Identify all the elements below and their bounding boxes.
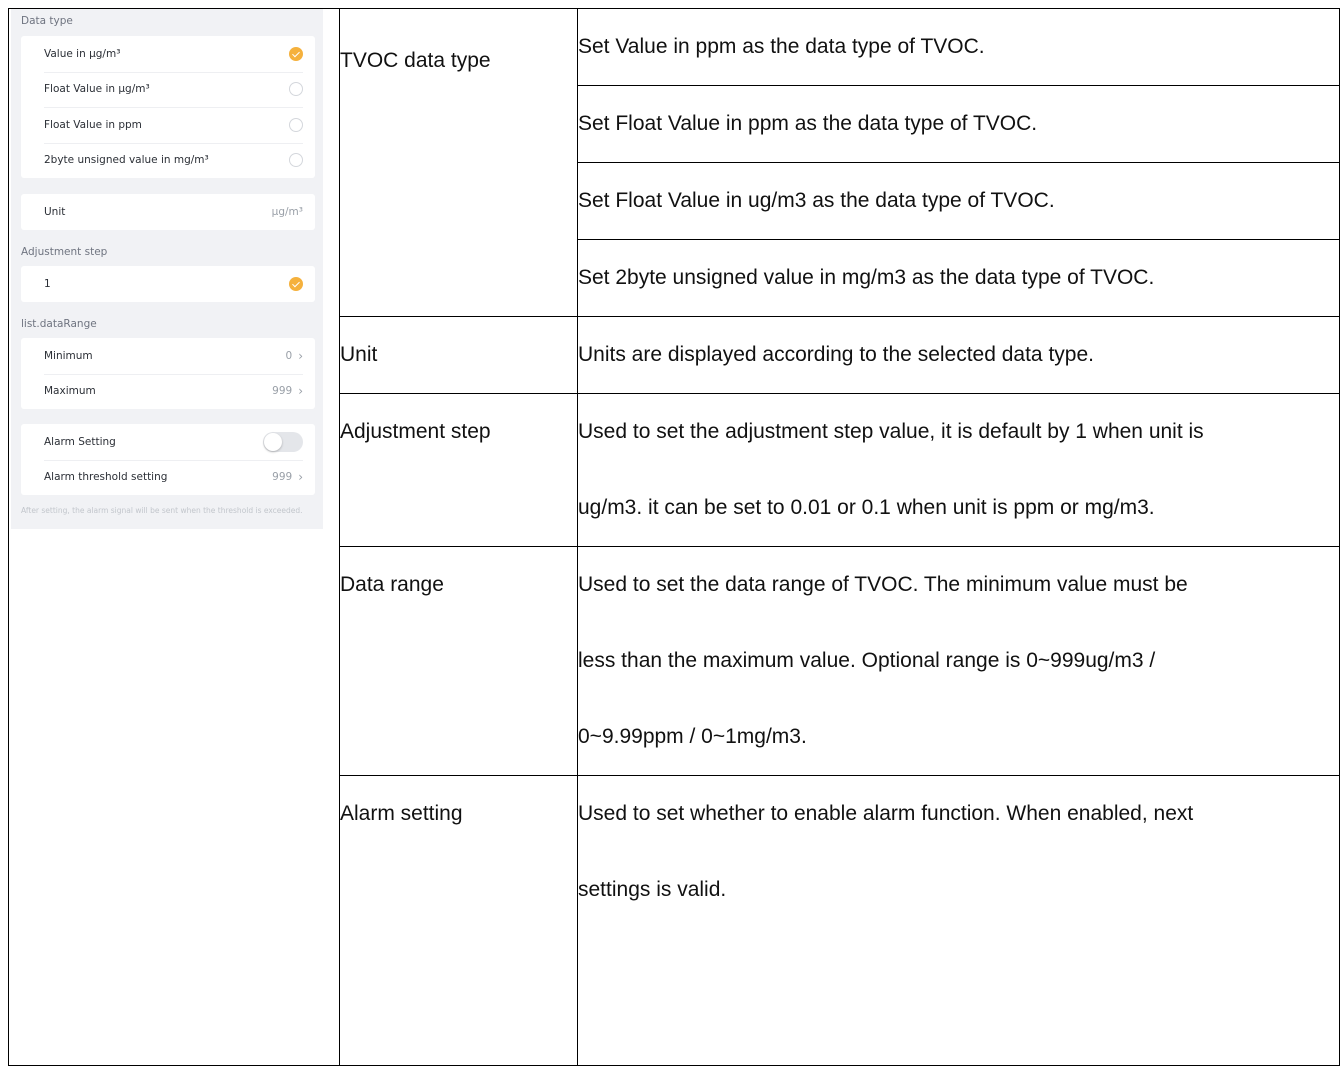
desc-line: Used to set the adjustment step value, i… [578, 420, 1204, 443]
param-alarm-setting: Alarm setting [339, 775, 578, 1066]
unit-row[interactable]: Unit μg/m³ [21, 194, 315, 230]
desc-tvoc-option-2: Set Float Value in ppm as the data type … [577, 85, 1340, 163]
adjustment-card: 1 [21, 266, 315, 302]
param-adjustment-step: Adjustment step [339, 393, 578, 547]
data-type-option[interactable]: Float Value in ppm [21, 107, 315, 143]
chevron-right-icon: › [298, 348, 303, 363]
maximum-label: Maximum [44, 385, 96, 398]
desc-alarm-setting: Used to set whether to enable alarm func… [577, 775, 1340, 1066]
alarm-card: Alarm Setting Alarm threshold setting 99… [21, 424, 315, 495]
adjustment-step-heading: Adjustment step [21, 246, 108, 258]
option-label: Value in μg/m³ [44, 47, 121, 60]
adjustment-value: 1 [44, 277, 51, 290]
threshold-value: 999 [272, 471, 293, 484]
option-label: 2byte unsigned value in mg/m³ [44, 154, 209, 167]
alarm-hint-text: After setting, the alarm signal will be … [21, 506, 303, 515]
data-type-option[interactable]: Float Value in μg/m³ [21, 71, 315, 108]
desc-line: Set Value in ppm as the data type of TVO… [578, 35, 985, 58]
desc-unit: Units are displayed according to the sel… [577, 316, 1340, 394]
desc-line: Units are displayed according to the sel… [578, 343, 1094, 366]
alarm-setting-label: Alarm Setting [44, 435, 116, 448]
desc-data-range: Used to set the data range of TVOC. The … [577, 546, 1340, 776]
desc-tvoc-option-1: Set Value in ppm as the data type of TVO… [577, 8, 1340, 86]
settings-doc-table: Data type Value in μg/m³ Float Value in … [8, 8, 1340, 1066]
param-unit: Unit [339, 316, 578, 394]
radio-unchecked-icon[interactable] [289, 117, 303, 132]
desc-line: Used to set the data range of TVOC. The … [578, 573, 1188, 596]
radio-unchecked-icon[interactable] [289, 82, 303, 97]
option-label: Float Value in ppm [44, 118, 142, 131]
data-type-card: Value in μg/m³ Float Value in μg/m³ Floa… [21, 36, 315, 178]
unit-card: Unit μg/m³ [21, 194, 315, 230]
minimum-label: Minimum [44, 349, 93, 362]
radio-checked-icon[interactable] [289, 46, 303, 61]
desc-line: 0~9.99ppm / 0~1mg/m3. [578, 725, 807, 748]
chevron-right-icon: › [298, 384, 303, 399]
param-data-range: Data range [339, 546, 578, 776]
desc-tvoc-option-4: Set 2byte unsigned value in mg/m3 as the… [577, 239, 1340, 317]
alarm-toggle[interactable] [263, 431, 303, 452]
radio-unchecked-icon[interactable] [289, 153, 303, 168]
unit-label: Unit [44, 205, 66, 218]
desc-line: less than the maximum value. Optional ra… [578, 649, 1156, 672]
desc-line: settings is valid. [578, 878, 727, 901]
maximum-row[interactable]: Maximum 999 › [21, 373, 315, 410]
data-type-option[interactable]: Value in μg/m³ [21, 36, 315, 72]
option-label: Float Value in μg/m³ [44, 83, 150, 96]
data-range-card: Minimum 0 › Maximum 999 › [21, 338, 315, 409]
chevron-right-icon: › [298, 470, 303, 485]
minimum-value: 0 [285, 349, 293, 362]
minimum-row[interactable]: Minimum 0 › [21, 338, 315, 374]
alarm-threshold-row[interactable]: Alarm threshold setting 999 › [21, 459, 315, 496]
app-screenshot-cell: Data type Value in μg/m³ Float Value in … [8, 8, 340, 1066]
maximum-value: 999 [272, 385, 293, 398]
radio-checked-icon[interactable] [289, 276, 303, 291]
param-tvoc-data-type: TVOC data type [339, 8, 578, 317]
desc-line: Used to set whether to enable alarm func… [578, 802, 1194, 825]
desc-line: Set Float Value in ppm as the data type … [578, 112, 1038, 135]
alarm-setting-row[interactable]: Alarm Setting [21, 424, 315, 460]
desc-tvoc-option-3: Set Float Value in ug/m3 as the data typ… [577, 162, 1340, 240]
data-type-heading: Data type [21, 15, 73, 27]
unit-value: μg/m³ [271, 205, 303, 218]
desc-adjustment-step: Used to set the adjustment step value, i… [577, 393, 1340, 547]
desc-line: Set 2byte unsigned value in mg/m3 as the… [578, 266, 1155, 289]
desc-line: Set Float Value in ug/m3 as the data typ… [578, 189, 1055, 212]
data-type-option[interactable]: 2byte unsigned value in mg/m³ [21, 142, 315, 179]
threshold-label: Alarm threshold setting [44, 471, 168, 484]
data-range-heading: list.dataRange [21, 318, 97, 330]
desc-line: ug/m3. it can be set to 0.01 or 0.1 when… [578, 496, 1155, 519]
app-settings-screenshot: Data type Value in μg/m³ Float Value in … [11, 9, 323, 529]
adjustment-option[interactable]: 1 [21, 266, 315, 302]
